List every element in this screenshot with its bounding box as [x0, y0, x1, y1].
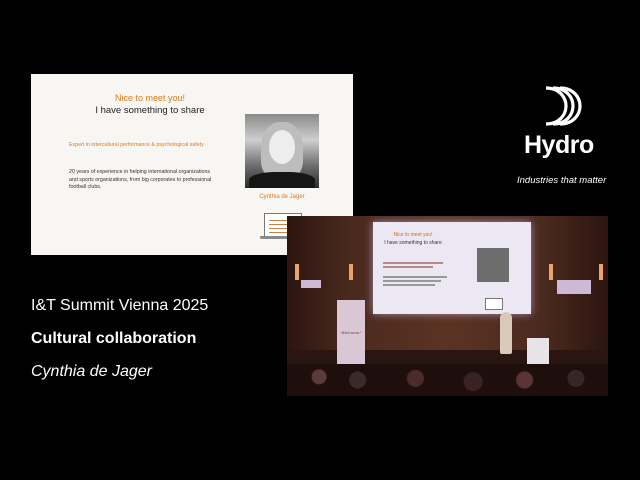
stage-photo: Nice to meet you! I have something to sh…: [287, 216, 608, 396]
brand-tagline: Industries that matter: [517, 175, 607, 186]
projection-screen: Nice to meet you! I have something to sh…: [373, 222, 531, 314]
slide-expertise: Expert in intercultural performance & ps…: [69, 142, 204, 148]
podium: [527, 338, 549, 364]
event-title: I&T Summit Vienna 2025: [31, 297, 209, 314]
screen-greeting: Nice to meet you!: [393, 232, 433, 238]
slide-experience: 20 years of experience in helping intern…: [69, 169, 212, 190]
welcome-banner: [337, 300, 365, 370]
screen-subtitle: I have something to share: [384, 240, 442, 246]
speaker-portrait: [245, 114, 319, 188]
speaker-on-stage: [500, 312, 512, 354]
portrait-caption: Cynthia de Jager: [259, 194, 305, 200]
welcome-banner-text: Welcome!: [341, 330, 361, 335]
hydro-logo-icon: [545, 86, 582, 126]
screen-portrait: [477, 248, 509, 282]
side-panel-left: [301, 280, 321, 288]
speaker-name: Cynthia de Jager: [31, 363, 152, 380]
talk-title: Cultural collaboration: [31, 330, 197, 347]
slide-greeting: Nice to meet you!: [114, 93, 186, 103]
brand-name: Hydro: [524, 131, 594, 159]
audience: [287, 364, 608, 396]
side-panel-right: [557, 280, 591, 294]
slide-subtitle: I have something to share: [95, 105, 205, 116]
